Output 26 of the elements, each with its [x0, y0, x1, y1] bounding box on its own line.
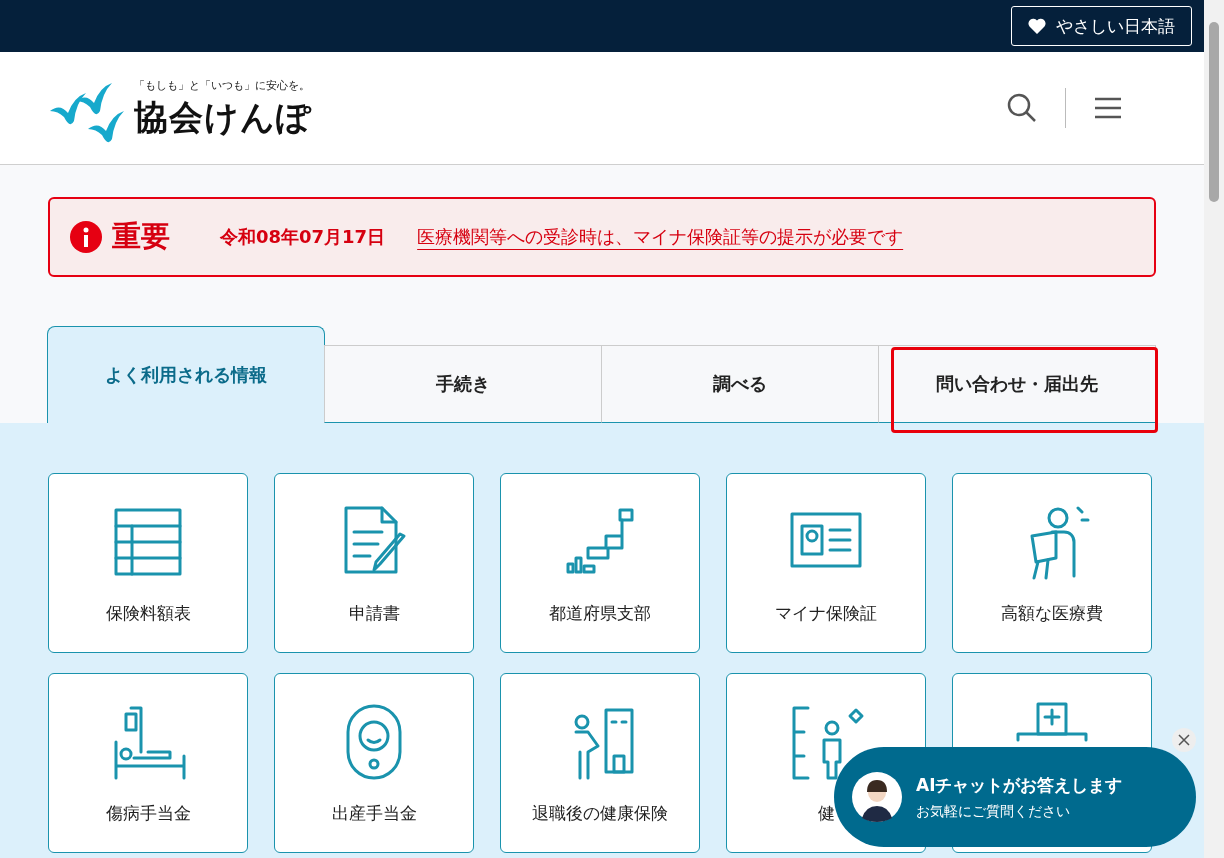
category-tab[interactable]: よく利用される情報	[47, 326, 325, 423]
category-tab[interactable]: 手続き	[324, 345, 602, 423]
logo-tagline: 「もしも」と「いつも」に安心を。	[134, 78, 311, 93]
link-card[interactable]: 傷病手当金	[48, 673, 248, 853]
link-card[interactable]: 都道府県支部	[500, 473, 700, 653]
heart-icon	[1028, 18, 1046, 34]
search-icon[interactable]	[1007, 93, 1037, 123]
chat-toast[interactable]: AIチャットがお答えします お気軽にご質問ください	[834, 747, 1196, 847]
link-card[interactable]: マイナ保険証	[726, 473, 926, 653]
close-icon	[1178, 734, 1190, 746]
link-card[interactable]: 高額な医療費	[952, 473, 1152, 653]
easy-japanese-button[interactable]: やさしい日本語	[1011, 6, 1192, 46]
logo-text: 協会けんぽ	[134, 96, 312, 139]
category-tab[interactable]: 調べる	[601, 345, 879, 423]
scrollbar-thumb[interactable]	[1209, 22, 1219, 202]
notice-link[interactable]: 医療機関等への受診時は、マイナ保険証等の提示が必要です	[417, 225, 904, 249]
menu-icon[interactable]	[1094, 97, 1122, 119]
operator-avatar-icon	[852, 772, 902, 822]
category-tab[interactable]: 問い合わせ・届出先	[878, 345, 1156, 423]
link-card[interactable]: 退職後の健康保険	[500, 673, 700, 853]
info-icon	[70, 221, 102, 253]
notice-date: 令和08年07月17日	[220, 225, 386, 249]
notice-label: 重要	[112, 218, 170, 255]
link-card[interactable]: 保険料額表	[48, 473, 248, 653]
link-card[interactable]: 申請書	[274, 473, 474, 653]
link-card[interactable]: 出産手当金	[274, 673, 474, 853]
